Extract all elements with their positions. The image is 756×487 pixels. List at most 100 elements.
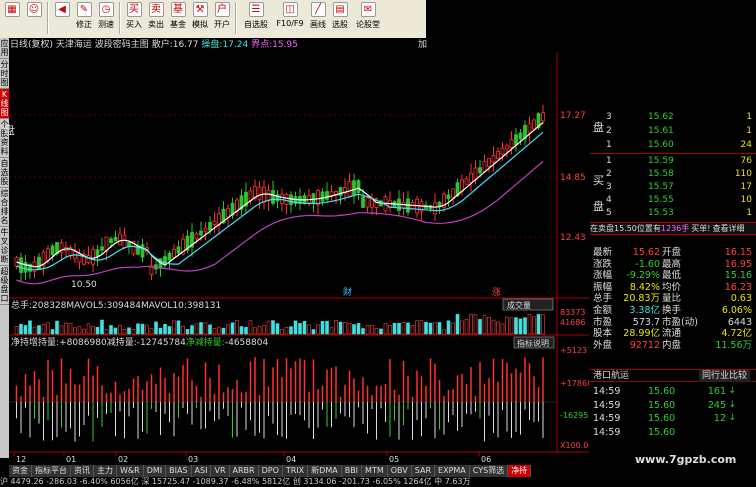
left-tab-4[interactable]: 自选股 (0, 158, 9, 188)
industry-compare-button[interactable]: 同行业比较 (698, 370, 750, 382)
candle-body (478, 167, 482, 174)
toolbar-button-1[interactable]: ☺ (23, 2, 45, 36)
sell-level: 2 (606, 126, 612, 136)
toolbar-button-4[interactable]: ◷ 测速 (95, 2, 117, 36)
indicator-tab[interactable]: BBI (341, 465, 363, 477)
toolbar-button-12[interactable]: ╱ 画线 (307, 2, 329, 36)
toolbar-button-8[interactable]: ⚒ 模拟 (189, 2, 211, 36)
candle-body (325, 191, 329, 200)
operate-label: 操盘: (201, 40, 223, 50)
price-tick-label: 12.43 (560, 233, 586, 243)
sell-level-row[interactable]: 1 15.60 24 (590, 138, 756, 152)
left-tab-7[interactable]: 超级盘口 (0, 266, 9, 305)
quote-label: 外盘 (593, 339, 613, 351)
toolbar-button-label: 画线 (310, 20, 326, 29)
order-book-divider (590, 153, 756, 154)
volume-bar (64, 322, 68, 335)
toolbar-button-13[interactable]: ▤ 选股 (329, 2, 351, 36)
indicator-tab[interactable]: 资讯 (71, 465, 94, 477)
volume-bar (37, 325, 41, 335)
volume-bar (428, 322, 433, 335)
position-alert-bar[interactable]: 在卖盘15.50位置有1236手 买单! 查看详细 (590, 222, 756, 235)
candle-body (91, 249, 95, 265)
indicator-tab[interactable]: OBV (387, 465, 412, 477)
indicator-tab[interactable]: ASI (191, 465, 212, 477)
hold-axis-label: -162952 (560, 411, 589, 420)
tick-row: 14:59 15.60 161 ↓ (590, 385, 756, 398)
toolbar-button-5[interactable]: 买买入 (123, 2, 145, 36)
indicator-tab[interactable]: 净持 (508, 465, 532, 477)
left-tab-2[interactable]: K线图 (0, 89, 9, 119)
toolbar-button-7[interactable]: 基基金 (167, 2, 189, 36)
quote-row: 涨幅 -9.29% 最低 15.16 (590, 270, 756, 282)
sell-level-row[interactable]: 3 15.62 1 (590, 110, 756, 124)
toolbar-button-10[interactable]: ☰ 自选股 (239, 2, 273, 36)
buy-level-row[interactable]: 3 15.57 17 (590, 181, 756, 194)
candle-body (50, 245, 55, 256)
buy-level-row[interactable]: 1 15.59 76 (590, 155, 756, 168)
sell-level-row[interactable]: 2 15.61 1 (590, 124, 756, 138)
sell-price: 15.62 (648, 112, 674, 122)
toolbar-button-0[interactable]: ▦ (1, 2, 23, 36)
add-indicator-button[interactable]: 加 (418, 38, 430, 52)
toolbar-button-6[interactable]: 卖卖出 (145, 2, 167, 36)
volume-bar (253, 327, 257, 335)
candle-body (356, 180, 361, 194)
volume-bar (532, 316, 536, 335)
toolbar-button-label: 论股堂 (356, 20, 380, 29)
sector-bar: 港口航运 同行业比较 (590, 369, 756, 382)
indicator-tab[interactable]: SAR (411, 465, 436, 477)
volume-bar (388, 325, 392, 335)
toolbar-button-label: 修正 (76, 20, 92, 29)
indicator-tab[interactable]: 资金 (9, 465, 32, 477)
clock-icon: ◷ (98, 2, 114, 17)
toolbar-button-9[interactable]: 户开户 (211, 2, 233, 36)
toolbar-button-2[interactable]: ◀ (51, 2, 73, 36)
indicator-tab[interactable]: CYS筛选 (469, 465, 509, 477)
grid-icon: ▦ (4, 2, 20, 17)
buy-price: 15.58 (648, 169, 674, 179)
volume-bar (262, 325, 266, 335)
sector-name[interactable]: 港口航运 (593, 370, 629, 382)
buy-level-row[interactable]: 2 15.58 110 (590, 168, 756, 181)
buy-level-row[interactable]: 5 15.53 1 (590, 207, 756, 220)
date-tick-label: 05 (389, 455, 399, 464)
left-tab-1[interactable]: 分时图 (0, 59, 9, 89)
volume-bar (55, 320, 59, 335)
volume-bar (455, 314, 460, 335)
tick-time: 14:59 (593, 386, 621, 397)
volume-bar (302, 320, 307, 335)
candle-body (500, 147, 505, 155)
toolbar-button-11[interactable]: ◫ F10/F9 (273, 2, 307, 36)
volume-bar (424, 321, 428, 335)
indicator-tab[interactable]: 新DMA (308, 465, 342, 477)
indicator-tab[interactable]: 主力 (94, 465, 117, 477)
buy-side-label: 买 (593, 174, 604, 187)
left-tab-6[interactable]: 牛叉诊断 (0, 227, 9, 266)
f10-icon: ◫ (282, 2, 298, 17)
indicator-tab[interactable]: W&R (117, 465, 144, 477)
buy-level: 5 (606, 208, 612, 218)
volume-bar (401, 322, 406, 335)
sell-side-label: 盘 (593, 121, 604, 134)
indicator-tab[interactable]: MTM (362, 465, 388, 477)
kline-chart[interactable]: 17.27 14.85 12.43 10.50 财 涨总手:208328MAVOL5:30… (9, 52, 589, 465)
buy-volume: 76 (740, 156, 752, 166)
toolbar-button-3[interactable]: ✎ 修正 (73, 2, 95, 36)
toolbar-button-14[interactable]: ✉ 论股堂 (351, 2, 385, 36)
indicator-tab[interactable]: DMI (143, 465, 167, 477)
indicator-tab[interactable]: VR (211, 465, 230, 477)
buy-level-row[interactable]: 4 15.55 10 (590, 194, 756, 207)
view-detail-link[interactable]: 查看详细 (712, 224, 744, 233)
indicator-tab[interactable]: BIAS (166, 465, 192, 477)
quote-label: 金额 (593, 305, 613, 316)
left-tab-0[interactable]: 应用 (0, 38, 9, 59)
indicator-tab[interactable]: 指标平台 (32, 465, 71, 477)
indicator-tab[interactable]: EXPMA (435, 465, 470, 477)
indicator-tab[interactable]: DPO (258, 465, 283, 477)
quote-value: 16.15 (724, 247, 752, 258)
indicator-tab[interactable]: ARBR (229, 465, 259, 477)
mavol5-label: MAVOL5: (66, 301, 106, 311)
indicator-tab[interactable]: TRIX (282, 465, 309, 477)
left-tab-5[interactable]: 综合排名 (0, 188, 9, 227)
